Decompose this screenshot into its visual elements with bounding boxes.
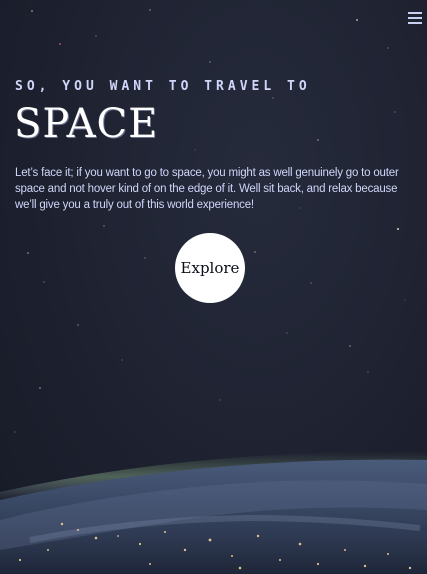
home-page: SO, YOU WANT TO TRAVEL TO SPACE Let’s fa… [0, 0, 427, 574]
menu-bar-top [408, 12, 422, 14]
hero-eyebrow: SO, YOU WANT TO TRAVEL TO [15, 79, 311, 94]
explore-button[interactable]: Explore [175, 233, 245, 303]
hero-title: SPACE [14, 101, 159, 147]
menu-bar-bottom [408, 22, 422, 24]
hero-description: Let’s face it; if you want to go to spac… [15, 167, 399, 211]
hamburger-menu-icon[interactable] [408, 12, 422, 24]
earth-horizon-image [0, 451, 427, 574]
menu-bar-middle [408, 17, 422, 19]
